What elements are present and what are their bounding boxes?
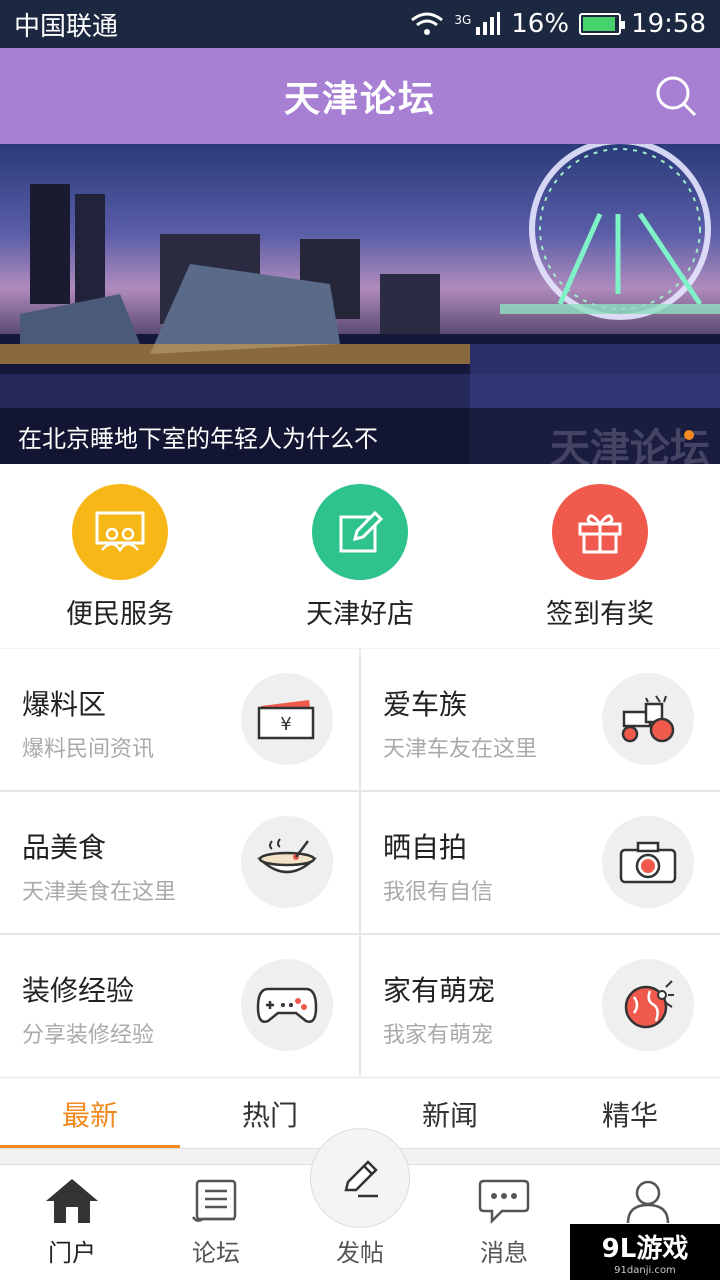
camera-icon (602, 816, 694, 908)
quick-actions: 便民服务 天津好店 签到有奖 (0, 464, 720, 648)
banner-carousel[interactable]: 在北京睡地下室的年轻人为什么不 天津论坛 (0, 144, 720, 464)
people-board-icon (72, 484, 168, 580)
quick-action-label: 天津好店 (306, 599, 414, 630)
gift-icon (552, 484, 648, 580)
tractor-icon (602, 673, 694, 765)
wifi-icon (411, 12, 444, 35)
battery-icon (579, 13, 626, 35)
network-type: 3G (454, 13, 472, 27)
tab-latest[interactable]: 最新 (0, 1079, 180, 1148)
nav-messages[interactable]: 消息 (432, 1165, 576, 1280)
quick-action-label: 便民服务 (66, 599, 174, 630)
nav-portal[interactable]: 门户 (0, 1165, 144, 1280)
category-selfie[interactable]: 晒自拍 我很有自信 (361, 792, 720, 933)
carousel-indicator (684, 430, 694, 440)
pet-ball-icon (602, 959, 694, 1051)
nav-label: 发帖 (336, 1239, 384, 1267)
category-food[interactable]: 品美食 天津美食在这里 (0, 792, 359, 933)
tab-featured[interactable]: 精华 (540, 1079, 720, 1148)
battery-percent: 16% (511, 9, 570, 39)
quick-action-shops[interactable]: 天津好店 (240, 464, 480, 648)
svg-text:¥: ¥ (280, 714, 291, 735)
home-icon (46, 1179, 98, 1223)
category-grid: 爆料区 爆料民间资讯 ¥ 爱车族 天津车友在这里 品美食 天津美食在这里 晒自拍… (0, 649, 720, 1076)
quick-action-label: 签到有奖 (546, 599, 654, 630)
gamepad-icon (241, 959, 333, 1051)
user-icon (626, 1180, 670, 1224)
category-pets[interactable]: 家有萌宠 我家有萌宠 (361, 935, 720, 1076)
category-baoliao[interactable]: 爆料区 爆料民间资讯 ¥ (0, 649, 359, 790)
status-bar: 中国联通 3G 16% 19:58 (0, 0, 720, 48)
money-envelope-icon: ¥ (241, 673, 333, 765)
nav-forum[interactable]: 论坛 (144, 1165, 288, 1280)
category-cars[interactable]: 爱车族 天津车友在这里 (361, 649, 720, 790)
pen-icon (344, 1160, 378, 1198)
quick-action-service[interactable]: 便民服务 (0, 464, 240, 648)
bowl-icon (241, 816, 333, 908)
banner-watermark: 天津论坛 (550, 426, 710, 464)
search-icon[interactable] (654, 74, 698, 118)
nav-label: 门户 (48, 1239, 96, 1267)
post-fab-button[interactable] (310, 1128, 410, 1228)
page-title: 天津论坛 (283, 79, 436, 120)
signal-icon (476, 12, 501, 35)
scroll-icon (191, 1179, 237, 1222)
nav-label: 消息 (480, 1239, 528, 1267)
watermark-brand: 9L游戏 (601, 1234, 689, 1264)
category-decoration[interactable]: 装修经验 分享装修经验 (0, 935, 359, 1076)
carrier-label: 中国联通 (14, 11, 119, 42)
quick-action-checkin[interactable]: 签到有奖 (480, 464, 720, 648)
app-header: 天津论坛 (0, 48, 720, 144)
edit-icon (312, 484, 408, 580)
watermark-site: 91danji.com (614, 1265, 676, 1276)
nav-label: 论坛 (192, 1239, 240, 1267)
clock: 19:58 (631, 9, 706, 39)
chat-icon (478, 1179, 530, 1225)
site-watermark: 9L游戏 91danji.com (570, 1224, 720, 1280)
